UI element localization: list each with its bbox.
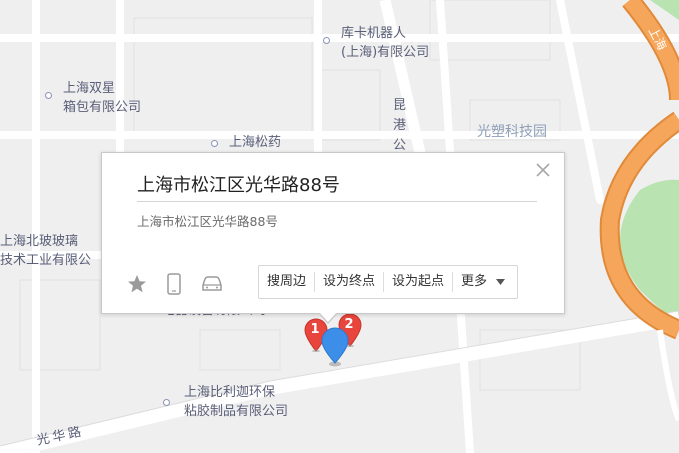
selected-location-pin[interactable] [321, 327, 349, 367]
poi-line: 箱包有限公司 [63, 100, 142, 115]
star-icon[interactable] [126, 273, 148, 299]
poi-marker[interactable] [45, 92, 52, 99]
popup-divider [137, 201, 537, 202]
poi-marker[interactable] [323, 37, 330, 44]
more-label: 更多 [461, 274, 488, 289]
poi-line: 上海松药 [229, 135, 282, 150]
poi-line: 技术工业有限公 [0, 253, 92, 268]
popup-action-bar: 搜周边 设为终点 设为起点 更多 [258, 265, 519, 299]
poi-line: 库卡机器人 [341, 26, 407, 41]
poi-label-beipo[interactable]: 上海北玻玻璃 技术工业有限公 [0, 232, 91, 270]
poi-marker[interactable] [211, 140, 218, 147]
more-button[interactable]: 更多 [453, 272, 517, 292]
poi-line: (上海)有限公司 [341, 45, 430, 60]
phone-icon[interactable] [166, 273, 182, 299]
location-info-popup: 上海市松江区光华路88号 上海市松江区光华路88号 搜周边 设为终点 设为起点 … [101, 152, 565, 324]
road-label-kungang: 昆港公 [393, 98, 407, 153]
chevron-down-icon [496, 279, 506, 285]
poi-line: 上海北玻玻璃 [0, 234, 79, 249]
poi-label-songyao[interactable]: 上海松药 [229, 133, 281, 152]
park-label[interactable]: 光塑科技园 [477, 123, 547, 142]
poi-line: 上海双星 [63, 81, 116, 96]
popup-title: 上海市松江区光华路88号 [137, 175, 340, 196]
poi-line: 粘胶制品有限公司 [184, 404, 289, 419]
close-icon[interactable] [534, 161, 552, 179]
poi-line: 上海比利迦环保 [184, 385, 276, 400]
car-icon[interactable] [200, 273, 224, 299]
popup-address: 上海市松江区光华路88号 [137, 214, 278, 229]
set-destination-button[interactable]: 设为终点 [315, 272, 385, 292]
poi-marker[interactable] [163, 399, 170, 406]
poi-label-kuka[interactable]: 库卡机器人 (上海)有限公司 [341, 24, 429, 62]
search-nearby-button[interactable]: 搜周边 [259, 272, 316, 292]
set-origin-button[interactable]: 设为起点 [384, 272, 454, 292]
poi-label-shuangxing[interactable]: 上海双星 箱包有限公司 [63, 79, 141, 117]
poi-label-bilijia[interactable]: 上海比利迦环保 粘胶制品有限公司 [184, 383, 288, 421]
popup-pointer-fill [319, 312, 337, 322]
